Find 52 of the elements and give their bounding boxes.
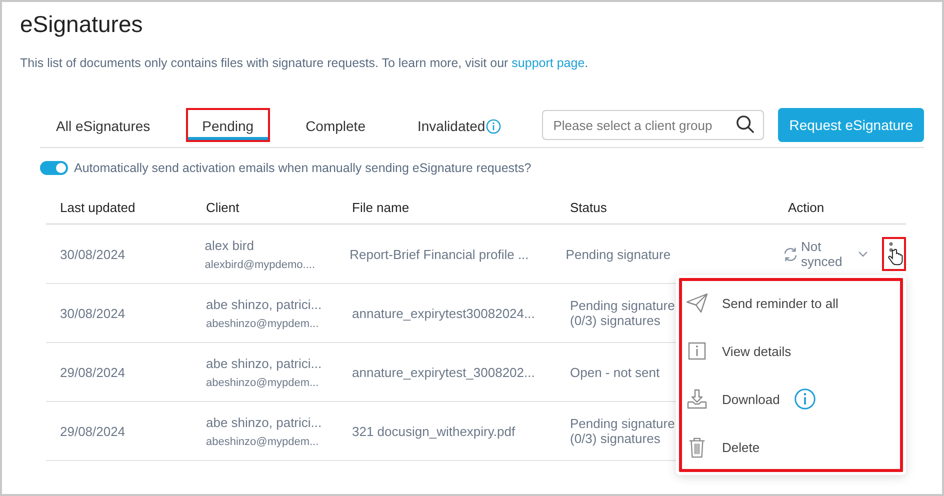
client-email: abeshinzo@mypdem...: [206, 376, 320, 388]
more-icon: [889, 242, 893, 254]
status-text: Open - not sent: [570, 364, 660, 380]
table-cell-text: annature_expirytest_3008202...: [352, 364, 536, 380]
toggle-switch[interactable]: [40, 161, 68, 175]
info-icon[interactable]: [486, 118, 502, 134]
hand-pointer-icon: [888, 248, 904, 267]
client-name: abe shinzo, patrici...: [206, 296, 323, 312]
menu-item[interactable]: Send reminder to all: [676, 279, 906, 327]
menu-item[interactable]: Delete: [676, 423, 906, 471]
intro-text: This list of documents only contains files with signature requests. To learn more, visit our support page.: [20, 56, 590, 70]
status-text: (0/3) signatures: [570, 431, 660, 446]
tab[interactable]: Complete: [290, 108, 382, 142]
table-cell-text: 29/08/2024: [60, 424, 126, 438]
column-header: Status: [570, 200, 608, 214]
sync-icon: [782, 246, 799, 262]
client-name: abe shinzo, patrici...: [206, 356, 323, 370]
toggle-label: Automatically send activation emails when manually sending eSignature requests?: [74, 161, 532, 175]
tab[interactable]: All eSignatures: [40, 108, 166, 142]
menu-item[interactable]: View details: [676, 327, 906, 375]
more-button[interactable]: [882, 237, 906, 271]
tab[interactable]: Invalidated: [401, 108, 518, 142]
client-email: abeshinzo@mypdem...: [206, 318, 320, 330]
table-cell-text: annature_expirytest30082024...: [352, 306, 536, 320]
table-cell-text: 30/08/2024: [60, 306, 126, 320]
table-cell-text: 321 docusign_withexpiry.pdf: [352, 424, 516, 438]
status-text: Pending signature: [570, 298, 675, 313]
client-name: abe shinzo, patrici...: [206, 414, 323, 430]
download-icon: [686, 389, 708, 409]
table-cell-text: Report-Brief Financial profile ...: [350, 246, 530, 262]
column-header: Client: [206, 200, 240, 214]
table-cell-text: 29/08/2024: [60, 364, 126, 380]
search-field[interactable]: Please select a client group: [542, 110, 764, 140]
sync-status: Not synced: [801, 239, 844, 269]
table-cell-text: 30/08/2024: [60, 246, 126, 262]
status-text: Pending signature: [570, 416, 675, 431]
client-name: alex bird: [204, 238, 255, 252]
menu-item[interactable]: Download: [676, 375, 906, 423]
client-email: abeshinzo@mypdem...: [206, 436, 320, 448]
status-text: Pending signature: [566, 246, 671, 262]
chevron-down-icon[interactable]: [858, 251, 868, 257]
info-icon[interactable]: [794, 388, 816, 410]
paper-plane-icon: [686, 293, 708, 313]
column-header: Action: [788, 200, 826, 214]
page-title: eSignatures: [20, 11, 144, 38]
client-email: alexbird@mypdemo....: [204, 258, 316, 270]
column-header: File name: [352, 200, 410, 214]
info-icon: [686, 342, 708, 360]
search-icon: [736, 115, 756, 134]
status-text: (0/3) signatures: [570, 313, 660, 328]
column-header: Last updated: [60, 200, 136, 214]
tab[interactable]: Pending: [186, 108, 270, 142]
